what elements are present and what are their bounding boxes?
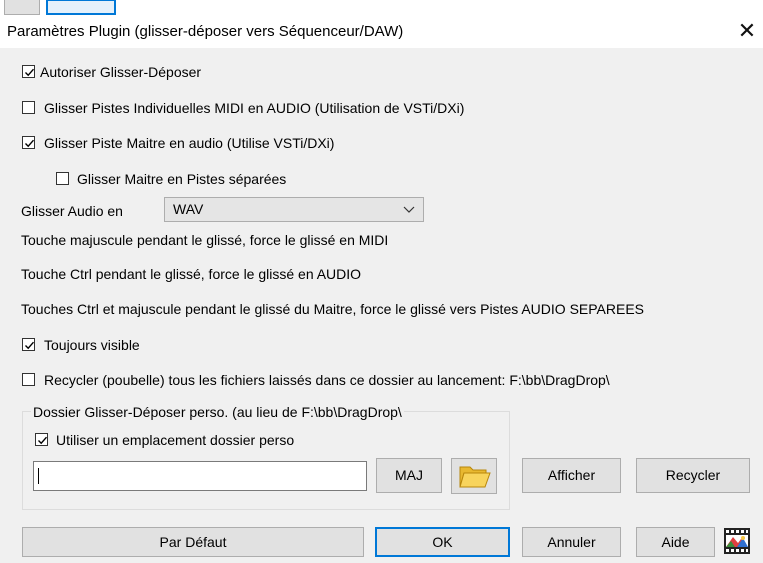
audio-format-value: WAV: [173, 201, 204, 217]
check-icon: [25, 68, 35, 77]
recycle-on-launch-checkbox[interactable]: [22, 373, 35, 386]
title-bar: Paramètres Plugin (glisser-déposer vers …: [0, 16, 763, 48]
recycle-on-launch-label[interactable]: Recycler (poubelle) tous les fichiers la…: [44, 371, 610, 389]
use-custom-folder-label[interactable]: Utiliser un emplacement dossier perso: [56, 431, 294, 449]
custom-folder-group-label: Dossier Glisser-Déposer perso. (au lieu …: [31, 403, 404, 421]
individual-tracks-checkbox[interactable]: [22, 101, 35, 114]
film-icon[interactable]: [723, 527, 751, 555]
ctrl-hint: Touche Ctrl pendant le glissé, force le …: [21, 266, 362, 282]
recycle-button-label: Recycler: [665, 467, 721, 483]
video-tutorial-icon: [724, 528, 750, 554]
master-separate-label[interactable]: Glisser Maitre en Pistes séparées: [77, 170, 286, 188]
maj-button-label: MAJ: [395, 467, 423, 483]
master-audio-label[interactable]: Glisser Piste Maitre en audio (Utilise V…: [44, 134, 334, 152]
recycle-button[interactable]: Recycler: [636, 458, 750, 493]
help-button-label: Aide: [661, 534, 690, 550]
check-icon: [25, 341, 35, 350]
default-button[interactable]: Par Défaut: [22, 527, 364, 557]
ok-button-label: OK: [432, 534, 453, 550]
show-button[interactable]: Afficher: [522, 458, 621, 493]
individual-tracks-label[interactable]: Glisser Pistes Individuelles MIDI en AUD…: [44, 99, 464, 117]
default-button-label: Par Défaut: [159, 534, 227, 550]
cancel-button-label: Annuler: [547, 534, 596, 550]
allow-drag-drop-label[interactable]: Autoriser Glisser-Déposer: [40, 63, 201, 81]
audio-format-label: Glisser Audio en: [21, 203, 123, 219]
toolbar-button-stub-selected[interactable]: [46, 0, 116, 15]
custom-folder-path-input[interactable]: [33, 461, 367, 491]
browse-folder-button[interactable]: [451, 458, 497, 494]
folder-icon: [459, 466, 491, 488]
check-icon: [25, 139, 35, 148]
audio-format-select[interactable]: WAV: [164, 197, 424, 222]
shift-hint: Touche majuscule pendant le glissé, forc…: [21, 232, 389, 248]
master-separate-checkbox[interactable]: [56, 172, 69, 185]
always-visible-checkbox[interactable]: [22, 338, 35, 351]
chevron-down-icon: [403, 206, 415, 213]
check-icon: [38, 436, 48, 445]
always-visible-label[interactable]: Toujours visible: [44, 336, 140, 354]
ok-button[interactable]: OK: [375, 527, 510, 557]
toolbar-button-stub[interactable]: [4, 0, 40, 15]
master-audio-checkbox[interactable]: [22, 136, 35, 149]
close-icon[interactable]: ✕: [735, 18, 759, 44]
dialog-title: Paramètres Plugin (glisser-déposer vers …: [7, 23, 404, 40]
maj-button[interactable]: MAJ: [376, 458, 442, 493]
text-caret: [38, 468, 39, 484]
ctrl-shift-hint: Touches Ctrl et majuscule pendant le gli…: [21, 301, 645, 317]
show-button-label: Afficher: [547, 467, 596, 483]
use-custom-folder-checkbox[interactable]: [35, 433, 48, 446]
cancel-button[interactable]: Annuler: [522, 527, 621, 557]
allow-drag-drop-checkbox[interactable]: [22, 65, 35, 78]
help-button[interactable]: Aide: [636, 527, 715, 557]
